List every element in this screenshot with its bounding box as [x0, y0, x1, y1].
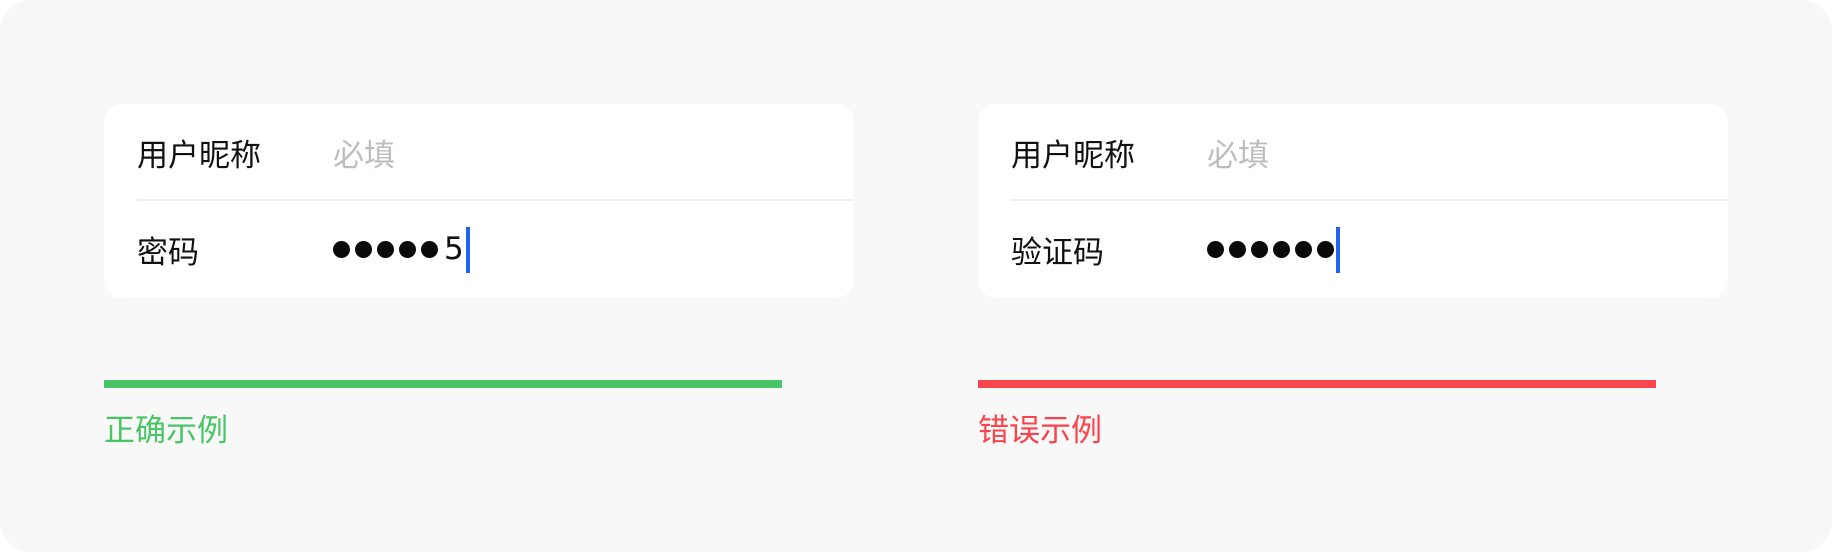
- correct-caption: 正确示例: [104, 413, 228, 449]
- password-row[interactable]: 密码 5: [104, 201, 854, 298]
- verification-code-row[interactable]: 验证码: [978, 201, 1728, 298]
- comparison-frame: 用户昵称 必填 密码 5 正确示例 用户昵称 必填 验证码 错误示例: [0, 0, 1832, 552]
- text-caret: [465, 226, 470, 273]
- mask-dot: [421, 241, 438, 258]
- mask-dot: [1251, 241, 1268, 258]
- password-visible-char: 5: [444, 231, 464, 267]
- text-caret: [1336, 226, 1340, 273]
- mask-dot: [333, 241, 350, 258]
- mask-dot: [1273, 241, 1290, 258]
- wrong-caption: 错误示例: [978, 413, 1102, 449]
- wrong-form-card: 用户昵称 必填 验证码: [978, 104, 1728, 298]
- correct-form-card: 用户昵称 必填 密码 5: [104, 104, 854, 298]
- mask-dot: [1229, 241, 1246, 258]
- nickname-label: 用户昵称: [137, 138, 261, 174]
- mask-dot: [1207, 241, 1224, 258]
- verification-code-label: 验证码: [1011, 235, 1104, 271]
- code-mask-dots: [1207, 241, 1334, 258]
- nickname-placeholder: 必填: [1207, 138, 1269, 174]
- nickname-placeholder: 必填: [333, 138, 395, 174]
- password-mask-dots: [333, 241, 438, 258]
- nickname-label: 用户昵称: [1011, 138, 1135, 174]
- nickname-row[interactable]: 用户昵称 必填: [978, 104, 1728, 201]
- mask-dot: [1295, 241, 1312, 258]
- nickname-row[interactable]: 用户昵称 必填: [104, 104, 854, 201]
- password-label: 密码: [137, 235, 199, 271]
- mask-dot: [377, 241, 394, 258]
- wrong-indicator-bar: [978, 380, 1656, 388]
- mask-dot: [355, 241, 372, 258]
- correct-example: 用户昵称 必填 密码 5 正确示例: [104, 104, 854, 450]
- wrong-example: 用户昵称 必填 验证码 错误示例: [978, 104, 1728, 450]
- password-input[interactable]: 5: [333, 220, 470, 280]
- mask-dot: [399, 241, 416, 258]
- nickname-input[interactable]: 必填: [333, 123, 395, 183]
- mask-dot: [1317, 241, 1334, 258]
- nickname-input[interactable]: 必填: [1207, 123, 1269, 183]
- verification-code-input[interactable]: [1207, 220, 1340, 280]
- correct-indicator-bar: [104, 380, 782, 388]
